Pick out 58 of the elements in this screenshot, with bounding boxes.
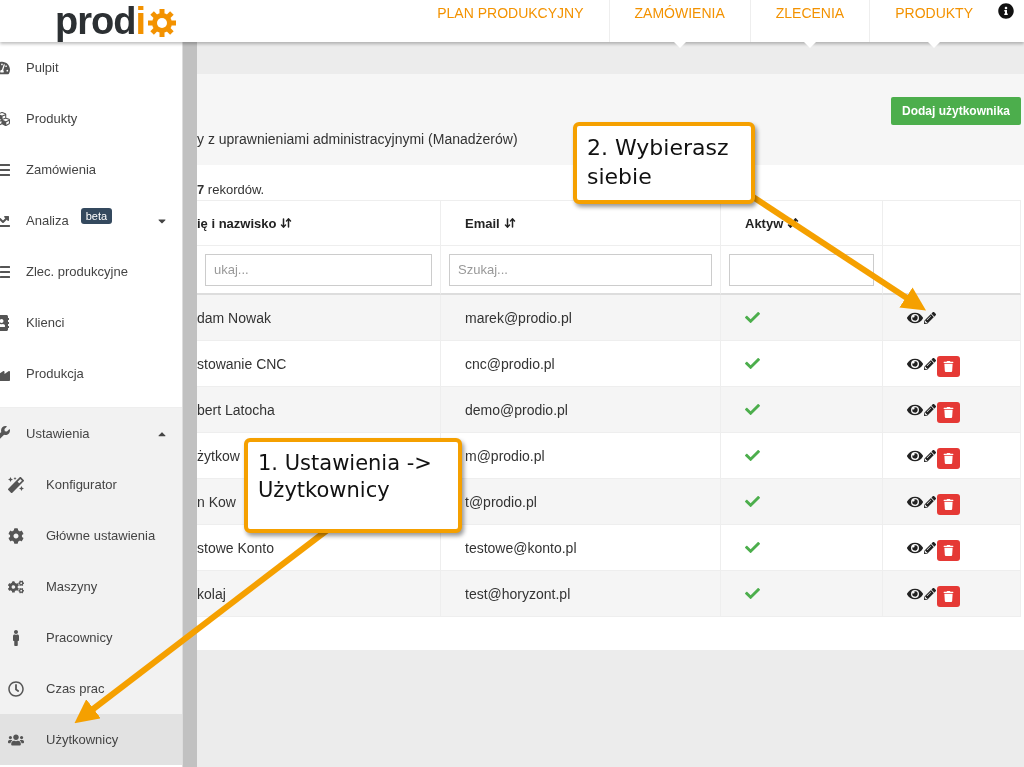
- table-cell: stowe Konto: [197, 539, 275, 556]
- scrollbar[interactable]: [182, 42, 197, 767]
- table-cell: kolaj: [197, 585, 226, 602]
- delete-button[interactable]: [937, 448, 960, 469]
- edit-icon[interactable]: [924, 541, 936, 554]
- logo: prodi: [55, 0, 177, 42]
- trash-icon: [943, 545, 954, 556]
- delete-button[interactable]: [937, 402, 960, 423]
- table-cell: testowe@konto.pl: [465, 539, 577, 556]
- table-cell: m@prodio.pl: [465, 447, 545, 464]
- sidebar-item[interactable]: Czas prac: [0, 663, 182, 714]
- sort-icon[interactable]: [280, 217, 293, 229]
- delete-button[interactable]: [937, 540, 960, 561]
- edit-icon[interactable]: [924, 403, 936, 416]
- trash-icon: [943, 361, 954, 372]
- table-cell: marek@prodio.pl: [465, 309, 572, 326]
- edit-icon[interactable]: [924, 357, 936, 370]
- trash-icon: [943, 591, 954, 602]
- delete-button[interactable]: [937, 494, 960, 515]
- delete-button[interactable]: [937, 586, 960, 607]
- table-cell: żytkow: [197, 447, 240, 464]
- column-header[interactable]: Aktyw: [745, 215, 784, 231]
- beta-badge: beta: [80, 207, 113, 224]
- sort-icon[interactable]: [503, 217, 516, 229]
- trash-icon: [943, 453, 954, 464]
- edit-icon[interactable]: [924, 311, 936, 324]
- gears-icon: [8, 578, 24, 595]
- sidebar-item[interactable]: Użytkownicy: [0, 714, 182, 765]
- trash-icon: [943, 407, 954, 418]
- table-cell: demo@prodio.pl: [465, 401, 568, 418]
- column-header[interactable]: Email: [465, 215, 500, 231]
- table-cell: test@horyzont.pl: [465, 585, 571, 602]
- sidebar-item[interactable]: Konfigurator: [0, 459, 182, 510]
- edit-icon[interactable]: [924, 587, 936, 600]
- sidebar-item[interactable]: Główne ustawienia: [0, 510, 182, 561]
- magic-wand-icon: [8, 476, 24, 493]
- record-count: 7 rekordów.: [197, 182, 266, 199]
- edit-icon[interactable]: [924, 495, 936, 508]
- sidebar-item[interactable]: Ustawienia: [0, 408, 182, 459]
- annotation-callout: 1. Ustawienia -> Użytkownicy: [244, 438, 462, 533]
- gear-icon: [8, 527, 24, 544]
- table-cell: cnc@prodio.pl: [465, 355, 555, 372]
- column-header[interactable]: ię i nazwisko: [197, 215, 277, 231]
- table-cell: n Kow: [197, 493, 236, 510]
- table-cell: dam Nowak: [197, 309, 271, 326]
- table-cell: t@prodio.pl: [465, 493, 537, 510]
- delete-button[interactable]: [937, 356, 960, 377]
- annotation-callout: 2. Wybierasz siebie: [573, 122, 755, 204]
- search-field[interactable]: Szukaj...: [449, 253, 712, 286]
- clock-icon: [8, 680, 24, 697]
- search-field[interactable]: ukaj...: [205, 253, 432, 286]
- trash-icon: [943, 499, 954, 510]
- sort-icon[interactable]: [787, 217, 800, 229]
- sidebar-item[interactable]: Pracownicy: [0, 612, 182, 663]
- sidebar-item[interactable]: Maszyny: [0, 561, 182, 612]
- table-cell: bert Latocha: [197, 401, 275, 418]
- edit-icon[interactable]: [924, 449, 936, 462]
- table-cell: stowanie CNC: [197, 355, 287, 372]
